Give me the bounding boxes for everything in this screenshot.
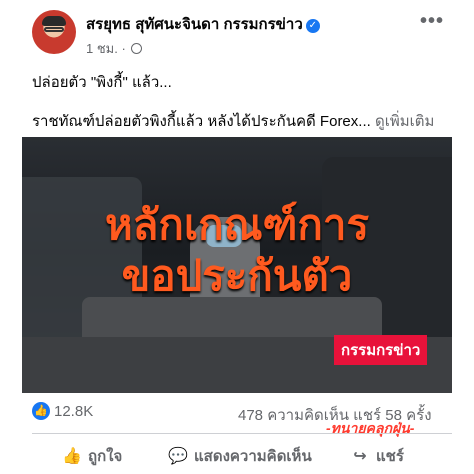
author-name-text[interactable]: สรยุทธ สุทัศนะจินดา กรรมกรข่าว (86, 16, 303, 33)
post-meta: 1 ชม. · (86, 38, 143, 59)
share-button[interactable]: ↪ แชร์ (350, 444, 404, 468)
globe-icon (131, 43, 143, 54)
action-bar: 👍 ถูกใจ 💬 แสดงความคิดเห็น ↪ แชร์ (32, 440, 452, 470)
comment-button[interactable]: 💬 แสดงความคิดเห็น (168, 444, 312, 468)
divider (32, 433, 452, 434)
post-header: สรยุทธ สุทัศนะจินดา กรรมกรข่าว ✓ 1 ชม. · … (0, 0, 474, 62)
thumbs-up-icon: 👍 (62, 448, 82, 465)
more-options-icon[interactable]: ••• (420, 10, 444, 33)
share-icon: ↪ (353, 448, 367, 465)
share-button-label: แชร์ (376, 448, 404, 465)
reaction-count[interactable]: 12.8K (54, 403, 93, 420)
like-button-label: ถูกใจ (88, 448, 123, 465)
avatar-glasses (44, 27, 64, 32)
watermark-text: -ทนายคลุกฝุ่น- (326, 420, 415, 436)
verified-badge-icon: ✓ (305, 19, 320, 33)
author-avatar[interactable] (32, 10, 76, 54)
author-name[interactable]: สรยุทธ สุทัศนะจินดา กรรมกรข่าว ✓ (86, 12, 320, 36)
avatar-hair (42, 16, 66, 26)
video-player[interactable]: หลักเกณฑ์การ ขอประกันตัว กรรมกรข่าว (22, 137, 452, 393)
comment-button-label: แสดงความคิดเห็น (194, 448, 312, 465)
see-more-link[interactable]: ดูเพิ่มเติม (375, 113, 434, 130)
post-time[interactable]: 1 ชม. · (86, 41, 129, 56)
thumbs-up-icon: 👍 (32, 402, 50, 420)
post-caption-line2: ราชทัณฑ์ปล่อยตัวพิงกี้แล้ว หลังได้ประกัน… (32, 109, 434, 133)
post-caption-line1: ปล่อยตัว "พิงกี้" แล้ว... (32, 74, 172, 91)
video-overlay-title-line2: ขอประกันตัว (121, 252, 353, 299)
comment-icon: 💬 (168, 448, 188, 465)
like-button[interactable]: 👍 ถูกใจ (62, 444, 122, 468)
post-caption-text: ราชทัณฑ์ปล่อยตัวพิงกี้แล้ว หลังได้ประกัน… (32, 113, 375, 130)
video-channel-badge: กรรมกรข่าว (334, 335, 428, 365)
